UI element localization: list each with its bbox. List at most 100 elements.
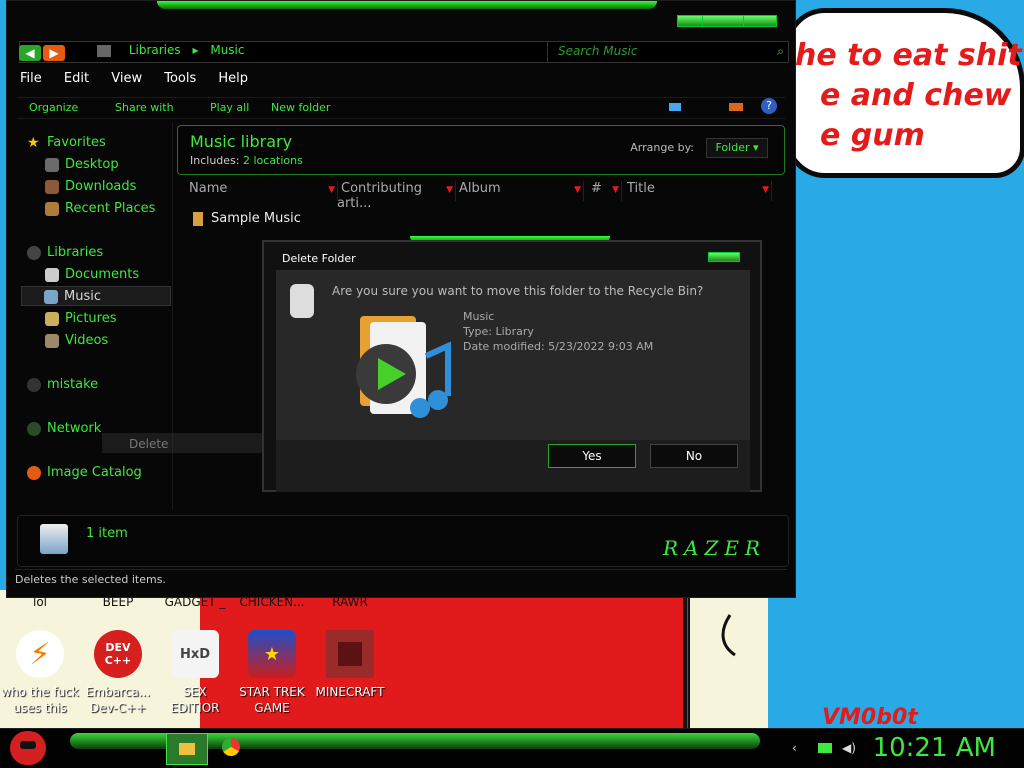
- devcpp-icon: DEV C++: [94, 630, 142, 678]
- wallpaper-divider: [683, 598, 687, 730]
- share-with-button[interactable]: Share with: [115, 101, 174, 114]
- desktop-icon-who-uses-this[interactable]: ⚡ who the fuck uses this: [0, 630, 80, 716]
- music-folder-icon: [348, 316, 458, 426]
- yes-button[interactable]: Yes: [548, 444, 636, 468]
- icon-label: MINECRAFT: [315, 685, 385, 699]
- search-input[interactable]: Search Music: [558, 44, 637, 58]
- tray-expand-icon[interactable]: ‹: [792, 741, 806, 755]
- column-album[interactable]: Album ▼: [455, 181, 584, 201]
- nav-label: Libraries: [47, 245, 104, 260]
- volume-icon[interactable]: ◀): [842, 741, 856, 755]
- back-arrow-icon[interactable]: ◀: [19, 45, 41, 61]
- angry-bird-icon: [20, 741, 36, 749]
- maximize-button[interactable]: [702, 15, 744, 27]
- minimize-button[interactable]: [677, 15, 703, 27]
- icon-label: Embarca...: [85, 685, 151, 699]
- column-name[interactable]: Name ▼: [177, 181, 338, 201]
- folder-icon: [179, 743, 195, 755]
- downloads-icon: [45, 179, 59, 194]
- item-count: 1 item: [86, 526, 128, 541]
- nav-favorites[interactable]: ★ Favorites: [27, 133, 182, 153]
- nav-image-catalog[interactable]: Image Catalog: [27, 463, 182, 483]
- nav-pictures[interactable]: Pictures: [45, 309, 200, 329]
- close-button[interactable]: [743, 15, 777, 27]
- dialog-close-button[interactable]: [708, 252, 740, 262]
- lightning-icon: ⚡: [16, 630, 64, 678]
- taskbar-clock[interactable]: 10:21 AM: [873, 733, 996, 763]
- speech-line: e gum: [820, 118, 925, 153]
- library-title: Music library: [190, 132, 293, 151]
- icon-label: uses this: [13, 701, 67, 715]
- network-tray-icon[interactable]: [818, 743, 832, 753]
- folder-icon: [193, 211, 203, 226]
- window-top-glow: [157, 1, 657, 9]
- column-number[interactable]: # ▼: [583, 181, 622, 201]
- nav-libraries[interactable]: Libraries: [27, 243, 182, 263]
- menu-help[interactable]: Help: [218, 71, 248, 86]
- preview-pane-icon[interactable]: [729, 103, 743, 111]
- nav-videos[interactable]: Videos: [45, 331, 200, 351]
- nav-label: Music: [64, 289, 101, 304]
- nav-documents[interactable]: Documents: [45, 265, 200, 285]
- recent-places-icon: [45, 201, 59, 216]
- search-box[interactable]: Search Music ⌕: [547, 41, 789, 63]
- breadcrumb: Libraries ▸ Music: [97, 43, 245, 57]
- drag-ghost-label: Delete: [129, 437, 169, 451]
- icon-label: who the fuck: [1, 685, 79, 699]
- includes-locations-link[interactable]: 2 locations: [243, 154, 303, 167]
- documents-icon: [45, 267, 59, 282]
- icon-label: Dev-C++: [89, 701, 147, 715]
- desktop-icon-hxd[interactable]: HxD SEX EDITIOR: [155, 630, 235, 716]
- music-library-icon: [40, 524, 68, 554]
- nav-recent-places[interactable]: Recent Places: [45, 199, 200, 219]
- forward-arrow-icon[interactable]: ▶: [43, 45, 65, 61]
- nav-mistake[interactable]: mistake: [27, 375, 182, 395]
- speech-line: e and chew: [820, 78, 1012, 113]
- nav-label: Image Catalog: [47, 465, 142, 480]
- help-icon[interactable]: ?: [761, 98, 777, 114]
- music-icon: [44, 289, 58, 304]
- wallpaper-cream-right: [688, 598, 770, 730]
- nav-music[interactable]: Music: [21, 286, 171, 306]
- chrome-icon[interactable]: [222, 738, 240, 756]
- taskbar-explorer-button[interactable]: [166, 733, 208, 765]
- image-catalog-icon: [27, 465, 41, 480]
- library-includes: Includes: 2 locations: [190, 154, 303, 167]
- nav-label: Documents: [65, 267, 140, 282]
- view-icon[interactable]: [669, 103, 681, 111]
- pictures-icon: [45, 311, 59, 326]
- new-folder-button[interactable]: New folder: [271, 101, 330, 114]
- column-contributing-artists[interactable]: Contributing arti... ▼: [337, 181, 456, 211]
- nav-label: Downloads: [65, 179, 137, 194]
- minecraft-icon: [326, 630, 374, 678]
- desktop-icon-devcpp[interactable]: DEV C++ Embarca... Dev-C++: [78, 630, 158, 716]
- organize-button[interactable]: Organize: [29, 101, 78, 114]
- menu-view[interactable]: View: [111, 71, 142, 86]
- homegroup-icon: [27, 377, 41, 392]
- dialog-item-name: Music: [463, 310, 495, 323]
- menu-bar: File Edit View Tools Help: [11, 71, 791, 93]
- play-all-button[interactable]: Play all: [210, 101, 249, 114]
- menu-edit[interactable]: Edit: [64, 71, 89, 86]
- desktop-icon-star-trek[interactable]: ★ STAR TREK GAME: [232, 630, 312, 716]
- arrange-label: Arrange by:: [630, 141, 694, 154]
- sort-arrow-icon: ▼: [446, 185, 453, 195]
- sort-arrow-icon: ▼: [328, 185, 335, 195]
- sort-arrow-icon: ▼: [574, 185, 581, 195]
- breadcrumb-music[interactable]: Music: [210, 43, 244, 57]
- nav-label: Recent Places: [65, 201, 156, 216]
- status-hint: Deletes the selected items.: [15, 569, 787, 586]
- nav-label: Favorites: [47, 135, 106, 150]
- column-headers: Name ▼ Contributing arti... ▼ Album ▼ # ▼ Ti…: [177, 181, 783, 211]
- search-icon[interactable]: ⌕: [777, 44, 784, 59]
- start-button[interactable]: [10, 731, 46, 765]
- menu-tools[interactable]: Tools: [164, 71, 196, 86]
- menu-file[interactable]: File: [20, 71, 42, 86]
- nav-label: Network: [47, 421, 102, 436]
- list-item[interactable]: Sample Music: [193, 211, 301, 226]
- breadcrumb-libraries[interactable]: Libraries: [129, 43, 181, 57]
- column-title[interactable]: Title ▼: [621, 181, 772, 201]
- desktop-icon-minecraft[interactable]: MINECRAFT: [310, 630, 390, 700]
- arrange-by-dropdown[interactable]: Folder ▾: [706, 138, 768, 158]
- no-button[interactable]: No: [650, 444, 738, 468]
